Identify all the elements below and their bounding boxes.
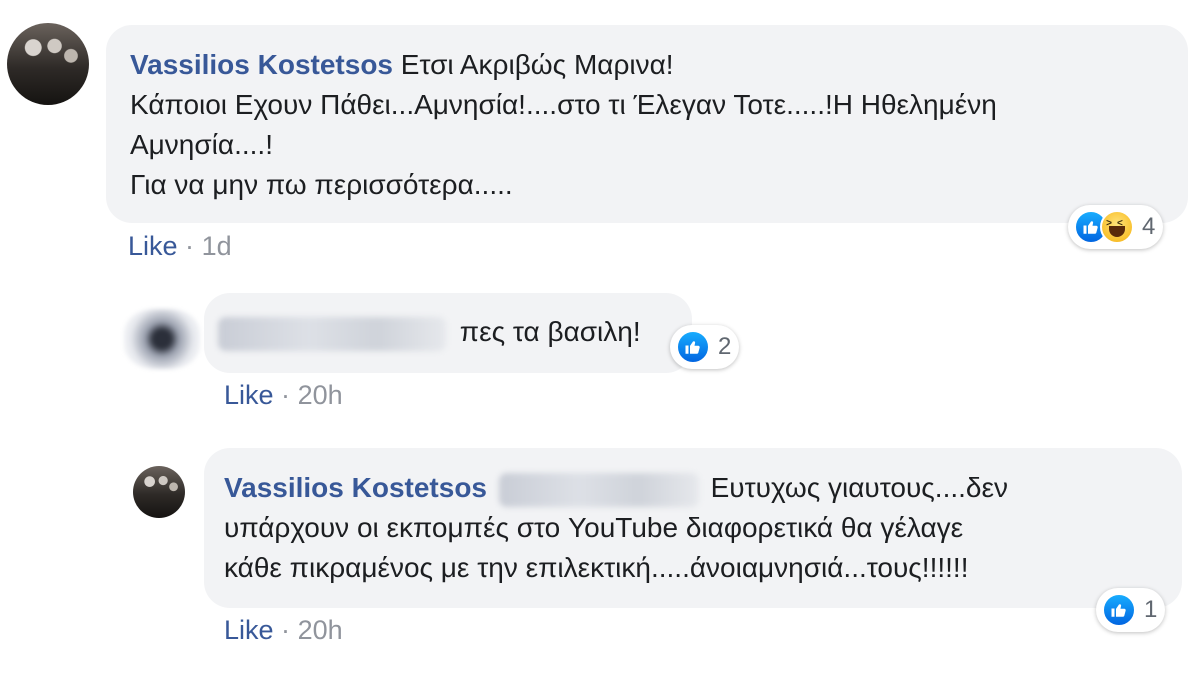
comment-time[interactable]: 20h	[298, 380, 343, 410]
comment-bubble: Vassilios Kostetsos Ετσι Ακριβώς Μαρινα!…	[106, 25, 1188, 223]
comment-text: κάθε πικραμένος με την επιλεκτική.....άν…	[224, 552, 969, 583]
comment-text: Κάποιοι Εχουν Πάθει...Αμνησία!....στο τι…	[130, 89, 997, 120]
meta-separator: ·	[281, 380, 291, 410]
redacted-author-name	[218, 316, 446, 351]
avatar[interactable]	[124, 309, 200, 369]
comment-text: Για να μην πω περισσότερα.....	[130, 169, 513, 200]
comment-bubble: Vassilios Kostetsos Ευτυχως γιαυτους....…	[204, 448, 1182, 608]
haha-icon: ><	[1100, 210, 1134, 244]
comment-meta: Like · 20h	[224, 615, 343, 646]
like-icon	[676, 330, 710, 364]
comment-text: Ευτυχως γιαυτους....δεν	[710, 472, 1008, 503]
comment-bubble: πες τα βασιλη!	[204, 293, 692, 373]
like-link[interactable]: Like	[224, 380, 274, 410]
comment-text: Αμνησία....!	[130, 129, 273, 160]
comment-time[interactable]: 20h	[298, 615, 343, 645]
meta-separator: ·	[281, 615, 291, 645]
comment-text: υπάρχουν οι εκπομπές στο YouTube διαφορε…	[224, 512, 964, 543]
like-icon	[1102, 593, 1136, 627]
reaction-count: 1	[1144, 596, 1158, 623]
comment-text: πες τα βασιλη!	[459, 316, 641, 347]
like-link[interactable]: Like	[224, 615, 274, 645]
meta-separator: ·	[185, 231, 195, 261]
reaction-count: 2	[718, 333, 732, 360]
comment-author[interactable]: Vassilios Kostetsos	[130, 49, 393, 80]
reaction-count: 4	[1142, 213, 1156, 240]
reaction-summary[interactable]: 1	[1096, 588, 1166, 632]
like-link[interactable]: Like	[128, 231, 178, 261]
comment-author[interactable]: Vassilios Kostetsos	[224, 472, 487, 503]
comment-time[interactable]: 1d	[202, 231, 232, 261]
comment-meta: Like · 20h	[224, 380, 343, 411]
reaction-summary[interactable]: >< 4	[1068, 205, 1164, 249]
comment-meta: Like · 1d	[128, 231, 232, 262]
reaction-summary[interactable]: 2	[670, 325, 740, 369]
avatar[interactable]	[7, 23, 89, 105]
redacted-mention	[498, 472, 699, 507]
comment-text: Ετσι Ακριβώς Μαρινα!	[400, 49, 674, 80]
avatar[interactable]	[133, 466, 185, 518]
